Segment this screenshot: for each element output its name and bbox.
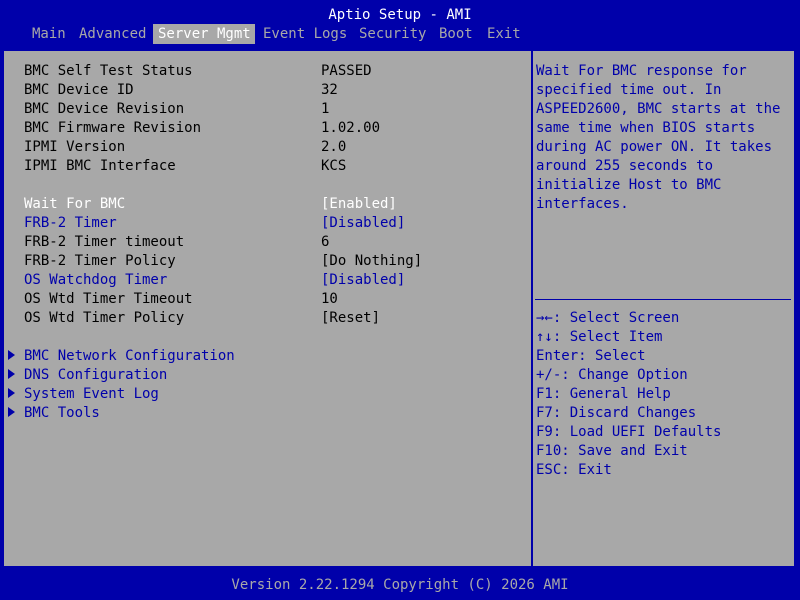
help-line: initialize Host to BMC (536, 177, 722, 193)
tab-main[interactable]: Main (27, 24, 71, 44)
frb2-timer-timeout-value: 6 (321, 234, 330, 250)
submenu-label: DNS Configuration (24, 367, 168, 383)
ipmi-version-label: IPMI Version (24, 139, 126, 155)
window-title: Aptio Setup - AMI (0, 0, 800, 24)
submenu-label: BMC Tools (24, 405, 100, 421)
submenu-label: System Event Log (24, 386, 159, 402)
help-line: Wait For BMC response for (536, 63, 747, 79)
ipmi-bmc-interface-label: IPMI BMC Interface (24, 158, 176, 174)
help-line: same time when BIOS starts (536, 120, 756, 136)
bmc-firmware-revision-label: BMC Firmware Revision (24, 120, 202, 136)
submenu-system-event-log[interactable]: System Event Log (8, 385, 159, 404)
key-select-screen: →←: Select Screen (536, 310, 680, 326)
key-general-help: F1: General Help (536, 386, 671, 402)
tab-advanced[interactable]: Advanced (74, 24, 151, 44)
bmc-self-test-label: BMC Self Test Status (24, 63, 193, 79)
help-line: specified time out. In (536, 82, 722, 98)
submenu-bmc-tools[interactable]: BMC Tools (8, 404, 100, 423)
ipmi-bmc-interface-value: KCS (321, 158, 347, 174)
submenu-dns-configuration[interactable]: DNS Configuration (8, 366, 167, 385)
triangle-right-icon (8, 407, 15, 417)
panel-divider (531, 50, 533, 566)
tab-security[interactable]: Security (354, 24, 431, 44)
key-load-defaults: F9: Load UEFI Defaults (536, 424, 722, 440)
key-discard-changes: F7: Discard Changes (536, 405, 697, 421)
os-wtd-timer-timeout-value: 10 (321, 291, 338, 307)
submenu-label: BMC Network Configuration (24, 348, 235, 364)
frb2-timer-value[interactable]: [Disabled] (321, 214, 405, 233)
tab-event-logs[interactable]: Event Logs (258, 24, 352, 44)
key-esc-exit: ESC: Exit (536, 462, 612, 478)
frb2-timer-label[interactable]: FRB-2 Timer (24, 214, 117, 233)
frb2-timer-timeout-label: FRB-2 Timer timeout (24, 234, 185, 250)
help-line: ASPEED2600, BMC starts at the (536, 101, 781, 117)
tab-exit[interactable]: Exit (482, 24, 526, 44)
submenu-bmc-network-configuration[interactable]: BMC Network Configuration (8, 347, 235, 366)
help-text: Wait For BMC response for specified time… (536, 62, 786, 214)
key-save-exit: F10: Save and Exit (536, 443, 688, 459)
key-legend: →←: Select Screen ↑↓: Select Item Enter:… (536, 309, 786, 480)
os-watchdog-timer-value[interactable]: [Disabled] (321, 271, 405, 290)
wait-for-bmc-value[interactable]: [Enabled] (321, 195, 397, 214)
key-change-option: +/-: Change Option (536, 367, 688, 383)
triangle-right-icon (8, 350, 15, 360)
wait-for-bmc-label[interactable]: Wait For BMC (24, 195, 125, 214)
help-divider (535, 299, 791, 300)
version-footer: Version 2.22.1294 Copyright (C) 2026 AMI (0, 575, 800, 596)
os-watchdog-timer-label[interactable]: OS Watchdog Timer (24, 271, 167, 290)
help-line: around 255 seconds to (536, 158, 714, 174)
help-line: during AC power ON. It takes (536, 139, 773, 155)
tab-server-mgmt[interactable]: Server Mgmt (153, 24, 255, 44)
os-wtd-timer-timeout-label: OS Wtd Timer Timeout (24, 291, 193, 307)
key-select-item: ↑↓: Select Item (536, 329, 663, 345)
bmc-device-revision-label: BMC Device Revision (24, 101, 185, 117)
bmc-firmware-revision-value: 1.02.00 (321, 120, 381, 136)
tab-boot[interactable]: Boot (434, 24, 478, 44)
triangle-right-icon (8, 388, 15, 398)
ipmi-version-value: 2.0 (321, 139, 347, 155)
frb2-timer-policy-value: [Do Nothing] (321, 253, 423, 269)
bmc-device-id-value: 32 (321, 82, 338, 98)
bmc-device-id-label: BMC Device ID (24, 82, 134, 98)
help-line: interfaces. (536, 196, 629, 212)
os-wtd-timer-policy-value: [Reset] (321, 310, 381, 326)
triangle-right-icon (8, 369, 15, 379)
tab-bar: Main Advanced Server Mgmt Event Logs Sec… (0, 24, 800, 44)
os-wtd-timer-policy-label: OS Wtd Timer Policy (24, 310, 185, 326)
frb2-timer-policy-label: FRB-2 Timer Policy (24, 253, 176, 269)
bmc-device-revision-value: 1 (321, 101, 330, 117)
bmc-self-test-value: PASSED (321, 63, 372, 79)
key-enter-select: Enter: Select (536, 348, 646, 364)
